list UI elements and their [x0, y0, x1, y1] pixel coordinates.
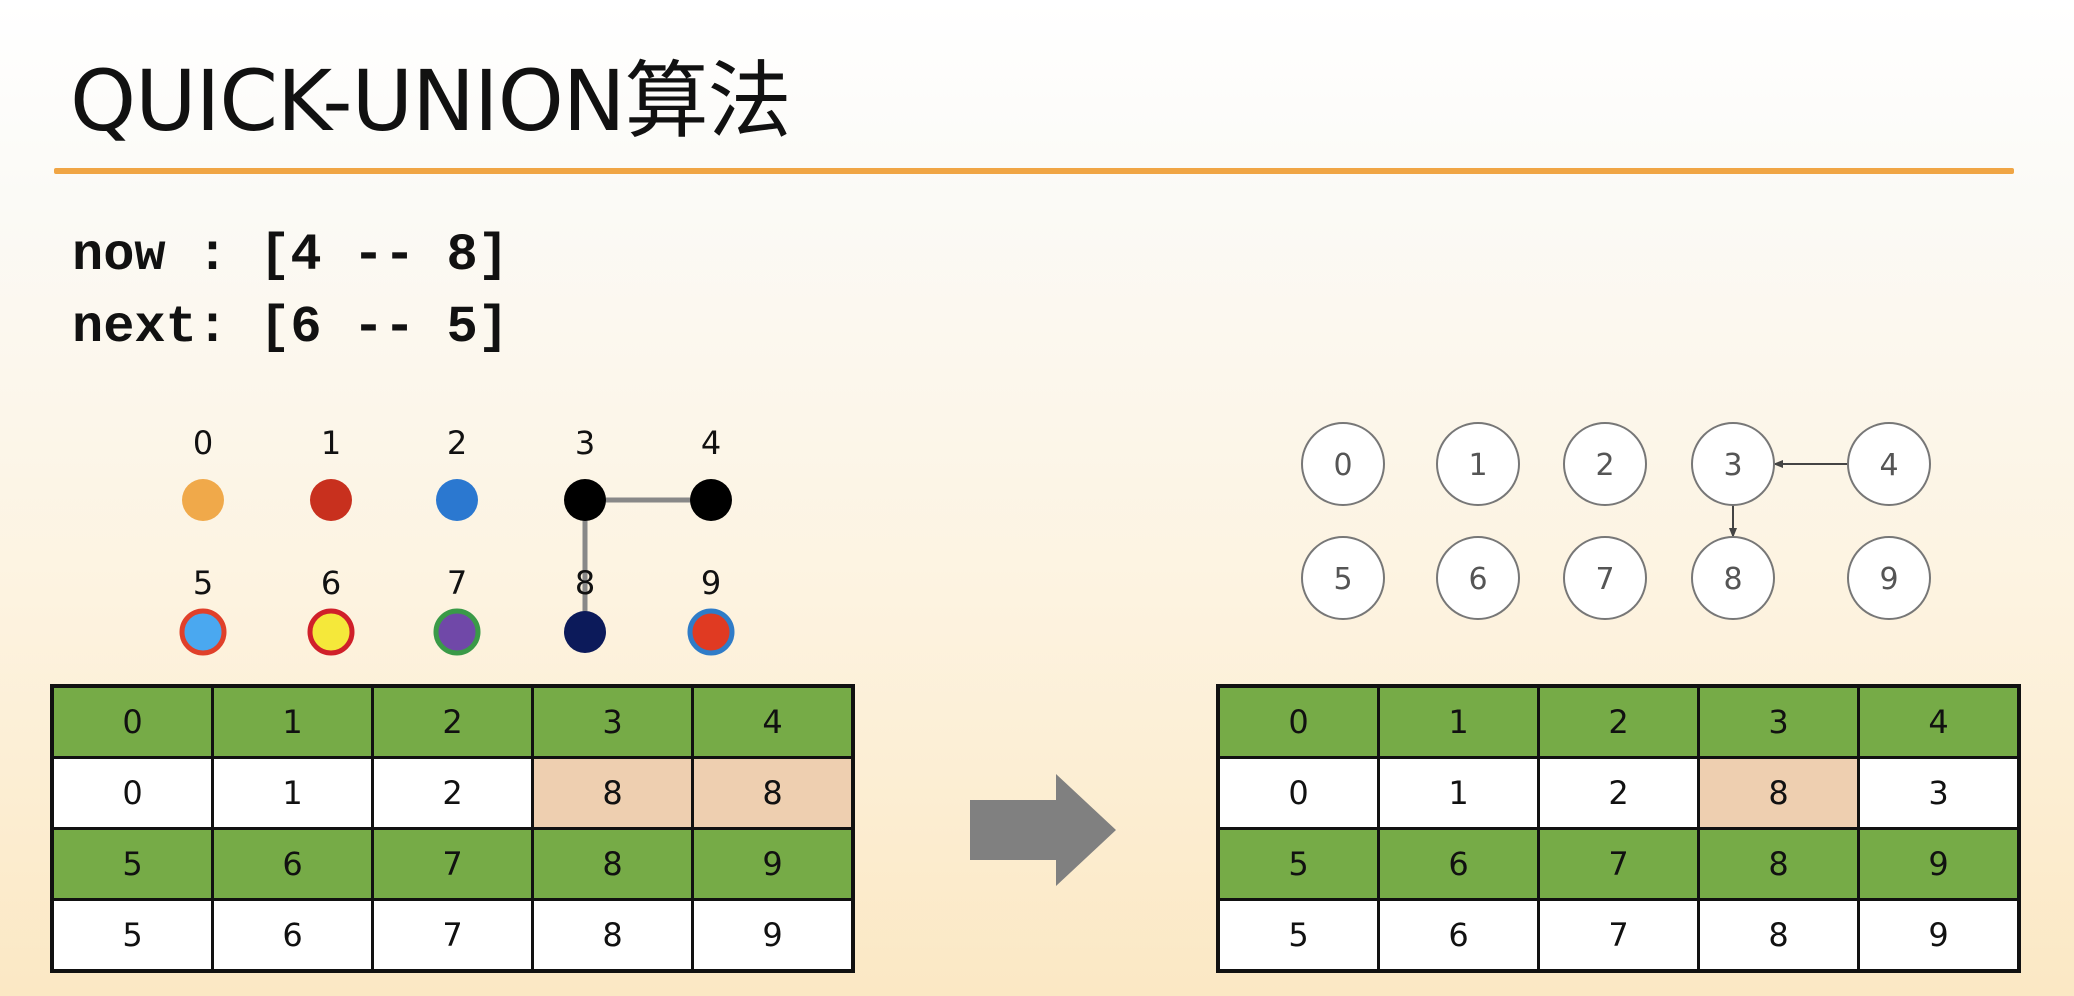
transition-arrow-icon	[970, 774, 1116, 886]
value-cell: 3	[1857, 756, 2021, 830]
index-cell: 5	[50, 827, 214, 901]
value-cell: 7	[371, 898, 534, 973]
before-row-1: 01288	[50, 756, 855, 830]
id-array-before: 01234012885678956789	[50, 684, 855, 973]
tree-node-label-7: 7	[1595, 562, 1614, 597]
id-array-after: 01234012835678956789	[1216, 684, 2021, 973]
index-cell: 1	[211, 684, 374, 759]
node-label-6: 6	[321, 564, 341, 602]
node-dot-9	[687, 608, 735, 656]
value-cell: 8	[531, 756, 694, 830]
value-cell: 8	[531, 898, 694, 973]
value-cell: 1	[1377, 756, 1540, 830]
index-cell: 3	[531, 684, 694, 759]
value-cell: 8	[1697, 898, 1860, 973]
node-dot-4	[690, 479, 732, 521]
node-label-4: 4	[701, 424, 721, 462]
node-dot-7	[433, 608, 481, 656]
value-cell: 2	[371, 756, 534, 830]
value-cell: 0	[50, 756, 214, 830]
node-label-5: 5	[193, 564, 213, 602]
index-cell: 4	[691, 684, 855, 759]
left-union-graph: 0 1 2 3 4 5 6 7 8 9	[179, 424, 735, 656]
node-dot-1	[310, 479, 352, 521]
index-cell: 9	[691, 827, 855, 901]
right-tree-graph: 0 1 2 3 4 5 6 7 8 9	[1301, 422, 1931, 620]
node-label-1: 1	[321, 424, 341, 462]
after-row-0: 01234	[1216, 684, 2021, 759]
node-dot-3	[564, 479, 606, 521]
tree-node-label-9: 9	[1879, 562, 1898, 597]
before-row-3: 56789	[50, 898, 855, 973]
index-cell: 1	[1377, 684, 1540, 759]
value-cell: 8	[691, 756, 855, 830]
node-dot-5	[179, 608, 227, 656]
value-cell: 1	[211, 756, 374, 830]
index-cell: 8	[531, 827, 694, 901]
index-cell: 4	[1857, 684, 2021, 759]
after-row-3: 56789	[1216, 898, 2021, 973]
index-cell: 7	[1537, 827, 1700, 901]
value-cell: 5	[1216, 898, 1380, 973]
node-dot-2	[436, 479, 478, 521]
node-label-8: 8	[575, 564, 595, 602]
index-cell: 6	[1377, 827, 1540, 901]
index-cell: 9	[1857, 827, 2021, 901]
after-row-1: 01283	[1216, 756, 2021, 830]
index-cell: 6	[211, 827, 374, 901]
node-dot-0	[182, 479, 224, 521]
before-row-2: 56789	[50, 827, 855, 901]
index-cell: 2	[371, 684, 534, 759]
index-cell: 7	[371, 827, 534, 901]
node-label-7: 7	[447, 564, 467, 602]
index-cell: 5	[1216, 827, 1380, 901]
index-cell: 0	[1216, 684, 1380, 759]
value-cell: 7	[1537, 898, 1700, 973]
tree-node-label-3: 3	[1723, 448, 1742, 483]
index-cell: 2	[1537, 684, 1700, 759]
node-label-3: 3	[575, 424, 595, 462]
node-label-2: 2	[447, 424, 467, 462]
index-cell: 0	[50, 684, 214, 759]
tree-node-label-0: 0	[1333, 448, 1352, 483]
tree-node-label-4: 4	[1879, 448, 1898, 483]
node-label-9: 9	[701, 564, 721, 602]
value-cell: 6	[1377, 898, 1540, 973]
node-dot-6	[307, 608, 355, 656]
value-cell: 0	[1216, 756, 1380, 830]
node-dot-8	[564, 611, 606, 653]
value-cell: 6	[211, 898, 374, 973]
tree-node-label-5: 5	[1333, 562, 1352, 597]
value-cell: 5	[50, 898, 214, 973]
index-cell: 3	[1697, 684, 1860, 759]
tree-node-label-8: 8	[1723, 562, 1742, 597]
value-cell: 9	[1857, 898, 2021, 973]
index-cell: 8	[1697, 827, 1860, 901]
tree-node-label-2: 2	[1595, 448, 1614, 483]
value-cell: 9	[691, 898, 855, 973]
value-cell: 8	[1697, 756, 1860, 830]
before-row-0: 01234	[50, 684, 855, 759]
after-row-2: 56789	[1216, 827, 2021, 901]
node-label-0: 0	[193, 424, 213, 462]
tree-node-label-6: 6	[1468, 562, 1487, 597]
tree-node-label-1: 1	[1468, 448, 1487, 483]
value-cell: 2	[1537, 756, 1700, 830]
